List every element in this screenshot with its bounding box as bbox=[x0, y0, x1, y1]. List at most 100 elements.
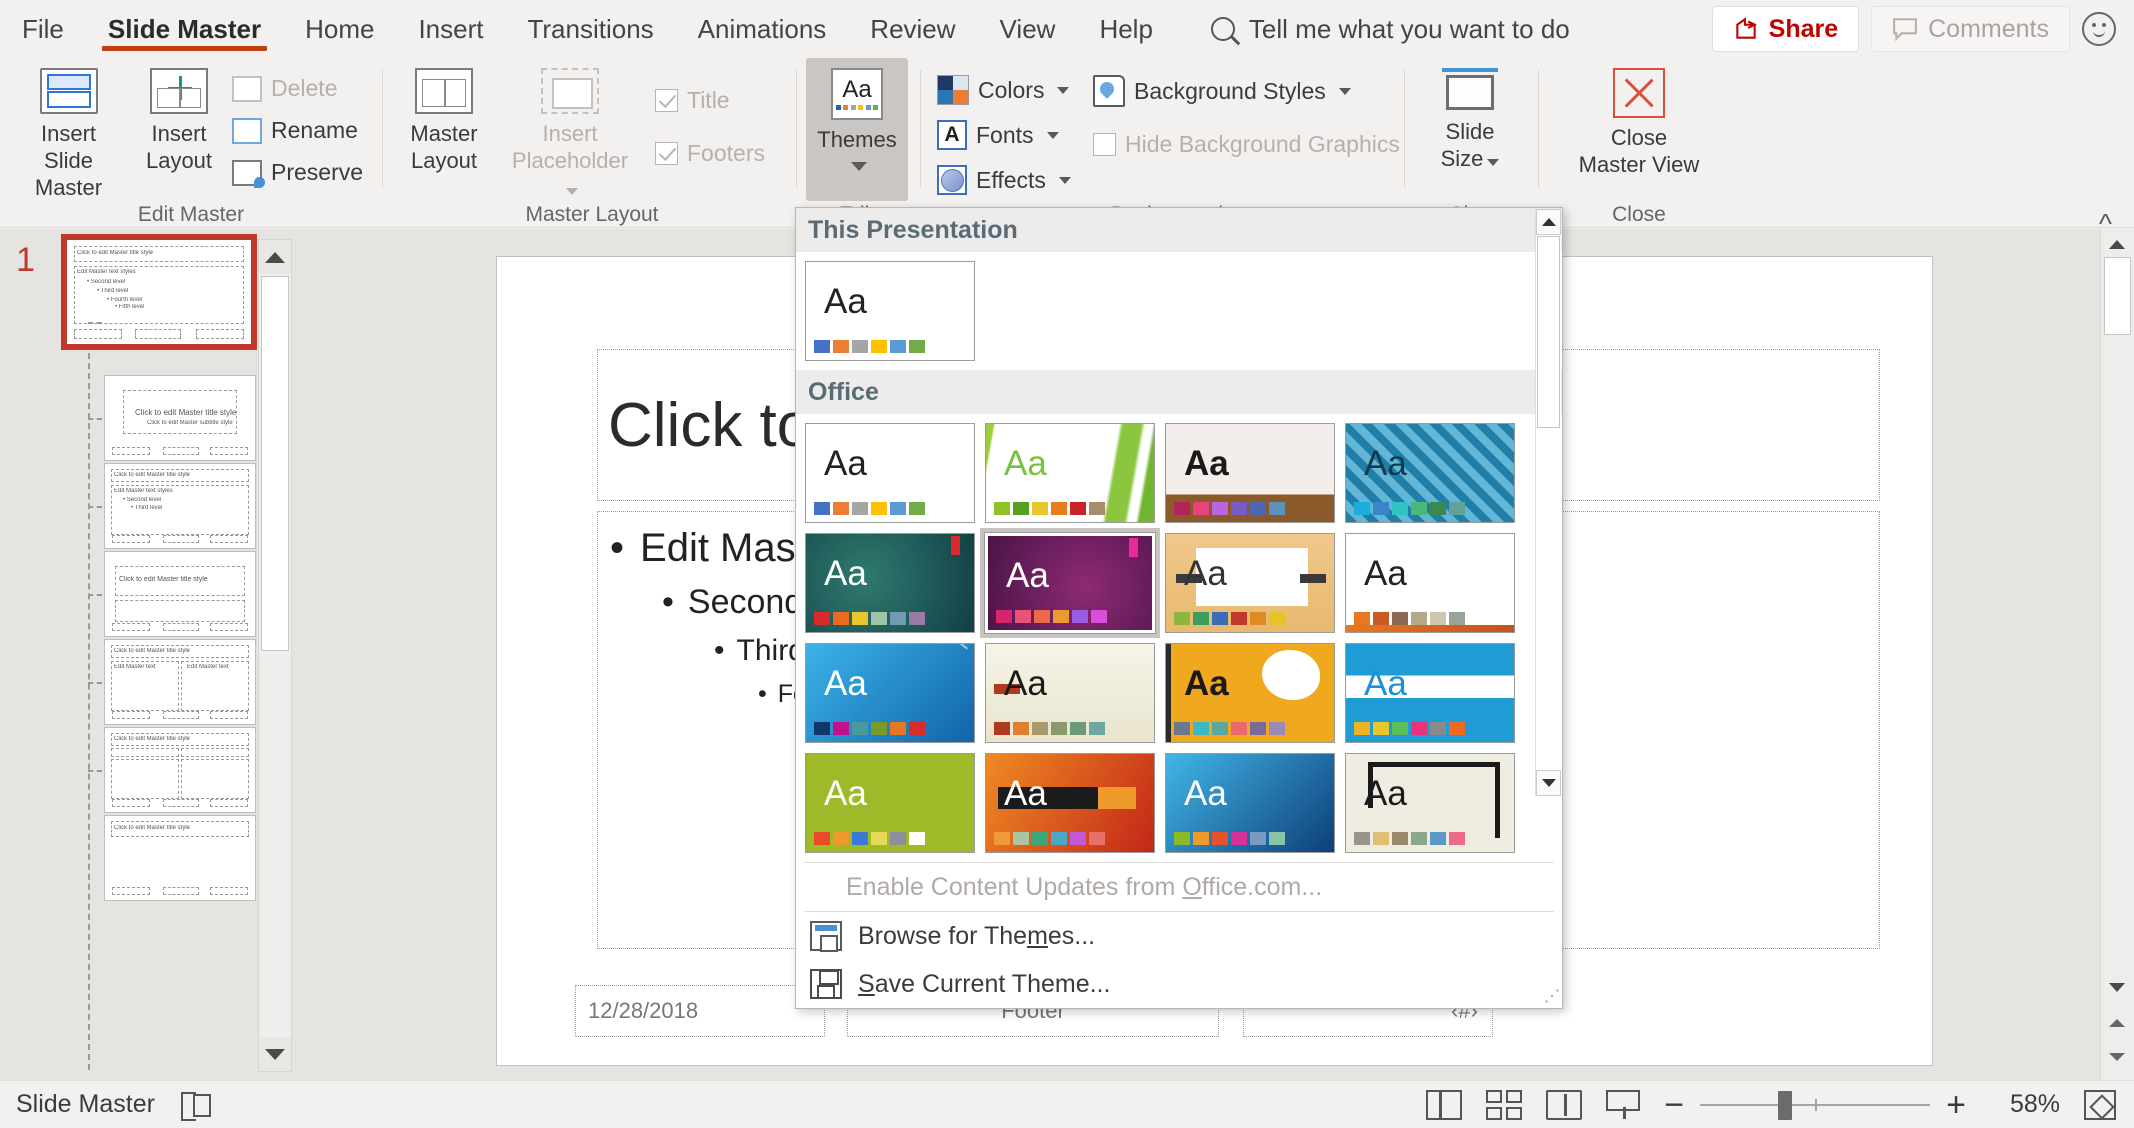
save-current-theme-item[interactable]: Save Current Theme... bbox=[796, 960, 1562, 1008]
theme-swatch bbox=[1070, 502, 1086, 515]
thumbnail-scroll-up-button[interactable] bbox=[259, 240, 291, 274]
resize-grip-icon[interactable]: ⋰ bbox=[1544, 986, 1560, 1006]
group-label-close: Close bbox=[1612, 203, 1666, 226]
doc-scrollbar-thumb[interactable] bbox=[2104, 257, 2131, 335]
accessibility-checker-icon[interactable] bbox=[180, 1092, 211, 1121]
themes-gallery-scrollbar[interactable] bbox=[1535, 209, 1561, 796]
theme-thumbnail-circuit[interactable]: Aa bbox=[800, 638, 980, 748]
thumbnail-layout-title[interactable]: Click to edit Master title style Click t… bbox=[104, 375, 256, 461]
slide-thumbnail-panel[interactable]: 1 Click to edit Master title style Edit … bbox=[0, 229, 300, 1080]
title-checkbox-row[interactable]: Title bbox=[650, 84, 770, 117]
thumbnail-layout-section[interactable]: Click to edit Master title style bbox=[104, 551, 256, 637]
theme-thumbnail-damask[interactable]: Aa bbox=[980, 638, 1160, 748]
tab-slide-master[interactable]: Slide Master bbox=[86, 0, 283, 58]
zoom-percentage-label[interactable]: 58% bbox=[1982, 1090, 2060, 1119]
theme-thumbnail-gallery[interactable]: Aa bbox=[1160, 418, 1340, 528]
normal-view-icon[interactable] bbox=[1426, 1089, 1463, 1120]
tab-transitions[interactable]: Transitions bbox=[505, 0, 675, 58]
insert-placeholder-button[interactable]: Insert Placeholder bbox=[496, 58, 644, 201]
zoom-in-button[interactable]: + bbox=[1946, 1088, 1966, 1122]
gallery-scroll-up-button[interactable] bbox=[1536, 209, 1561, 235]
themes-gallery-dropdown[interactable]: This Presentation Aa Office Aa Aa Aa Aa Aa Aa… bbox=[795, 207, 1563, 1009]
document-scrollbar[interactable] bbox=[2100, 229, 2134, 1080]
theme-thumbnail-integral[interactable]: Aa bbox=[1160, 748, 1340, 858]
footers-checkbox-row[interactable]: Footers bbox=[650, 137, 770, 170]
slide-sorter-icon[interactable] bbox=[1486, 1089, 1523, 1120]
theme-thumbnail-celestial[interactable]: Aa bbox=[1340, 528, 1520, 638]
slide-size-button[interactable]: Slide Size bbox=[1412, 58, 1528, 173]
tab-home[interactable]: Home bbox=[283, 0, 396, 58]
insert-slide-master-button[interactable]: Insert Slide Master bbox=[6, 58, 131, 201]
theme-swatch bbox=[1430, 502, 1446, 515]
gallery-scrollbar-thumb[interactable] bbox=[1537, 236, 1560, 428]
title-checkbox[interactable] bbox=[655, 89, 678, 112]
theme-thumbnail-droplet[interactable]: Aa bbox=[800, 748, 980, 858]
insert-slide-master-icon bbox=[39, 68, 98, 114]
fonts-button[interactable]: A Fonts bbox=[932, 117, 1064, 153]
tree-tick-2 bbox=[88, 418, 102, 420]
rename-button[interactable]: Rename bbox=[227, 114, 368, 147]
doc-scroll-down-button[interactable] bbox=[2103, 976, 2131, 998]
zoom-slider-thumb[interactable] bbox=[1778, 1090, 1793, 1120]
themes-gallery-button[interactable]: Aa Themes bbox=[806, 58, 908, 201]
preserve-button[interactable]: Preserve bbox=[227, 156, 368, 189]
share-button[interactable]: Share bbox=[1711, 6, 1860, 52]
thumbnail-layout-comparison[interactable]: Click to edit Master title style bbox=[104, 727, 256, 813]
insert-layout-button[interactable]: Insert Layout bbox=[131, 58, 227, 175]
tab-help[interactable]: Help bbox=[1077, 0, 1174, 58]
theme-thumbnail-ion-2[interactable]: Aa bbox=[1340, 748, 1520, 858]
theme-thumbnail-ion-boardroom[interactable]: Aa bbox=[800, 528, 980, 638]
reading-view-icon[interactable] bbox=[1546, 1089, 1583, 1120]
fit-to-window-icon[interactable] bbox=[2084, 1089, 2116, 1120]
tell-me-search[interactable]: Tell me what you want to do bbox=[1210, 14, 1570, 45]
tab-review[interactable]: Review bbox=[848, 0, 977, 58]
master-layout-button[interactable]: Master Layout bbox=[392, 58, 496, 175]
zoom-out-button[interactable]: − bbox=[1664, 1088, 1684, 1122]
theme-thumbnail-badge[interactable]: Aa bbox=[980, 528, 1160, 638]
theme-color-swatches bbox=[814, 612, 925, 625]
thumbnail-scroll-down-button[interactable] bbox=[259, 1037, 291, 1071]
theme-thumbnail-office-theme[interactable]: Aa bbox=[800, 256, 980, 366]
theme-aa-sample: Aa bbox=[1364, 444, 1407, 483]
enable-content-updates-item[interactable]: Enable Content Updates from Office.com..… bbox=[796, 863, 1562, 911]
theme-streak bbox=[911, 644, 968, 650]
thumbnail-slide-master[interactable]: Click to edit Master title style Edit Ma… bbox=[61, 234, 257, 350]
browse-for-themes-item[interactable]: Browse for Themes... bbox=[796, 912, 1562, 960]
slide-show-icon[interactable] bbox=[1606, 1089, 1641, 1120]
theme-thumbnail-frame[interactable]: Aa bbox=[980, 748, 1160, 858]
theme-thumbnail-berlin[interactable]: Aa bbox=[1160, 528, 1340, 638]
gallery-scroll-down-button[interactable] bbox=[1536, 770, 1561, 796]
tab-insert[interactable]: Insert bbox=[396, 0, 505, 58]
thumbnail-layout-content[interactable]: Click to edit Master title style Edit Ma… bbox=[104, 463, 256, 549]
smiley-face-icon[interactable] bbox=[2082, 12, 2116, 46]
effects-button[interactable]: Effects bbox=[932, 162, 1076, 198]
theme-swatch bbox=[890, 502, 906, 515]
thumbnail-layout-title-only[interactable]: Click to edit Master title style bbox=[104, 815, 256, 901]
thumbnail-layout-two-content[interactable]: Click to edit Master title style Edit Ma… bbox=[104, 639, 256, 725]
footers-checkbox[interactable] bbox=[655, 142, 678, 165]
themes-icon-aa: Aa bbox=[842, 76, 872, 103]
previous-slide-button[interactable] bbox=[2103, 1012, 2131, 1034]
close-master-view-button[interactable]: Close Master View bbox=[1550, 58, 1728, 179]
colors-button[interactable]: Colors bbox=[932, 72, 1074, 108]
theme-thumbnail-office[interactable]: Aa bbox=[800, 418, 980, 528]
theme-thumbnail-depth[interactable]: Aa bbox=[1160, 638, 1340, 748]
hide-background-graphics-row[interactable]: Hide Background Graphics bbox=[1088, 128, 1405, 161]
thumbnail-panel-scrollbar[interactable] bbox=[258, 239, 292, 1072]
tab-animations[interactable]: Animations bbox=[676, 0, 849, 58]
date-placeholder[interactable]: 12/28/2018 bbox=[575, 985, 825, 1037]
tab-file[interactable]: File bbox=[0, 0, 86, 58]
theme-thumbnail-dividend[interactable]: Aa bbox=[1340, 638, 1520, 748]
theme-thumbnail-facet[interactable]: Aa bbox=[980, 418, 1160, 528]
thumbnail-scrollbar-thumb[interactable] bbox=[261, 276, 289, 651]
comments-button[interactable]: Comments bbox=[1871, 6, 2070, 52]
doc-scroll-up-button[interactable] bbox=[2103, 233, 2131, 255]
next-slide-button[interactable] bbox=[2103, 1046, 2131, 1068]
theme-thumbnail-ion[interactable]: Aa bbox=[1340, 418, 1520, 528]
background-styles-button[interactable]: Background Styles bbox=[1088, 72, 1356, 110]
delete-layout-button[interactable]: Delete bbox=[227, 72, 368, 105]
tab-review-label: Review bbox=[870, 13, 956, 44]
hide-background-graphics-checkbox[interactable] bbox=[1093, 133, 1116, 156]
tab-view[interactable]: View bbox=[978, 0, 1078, 58]
zoom-slider-track[interactable] bbox=[1700, 1090, 1931, 1120]
